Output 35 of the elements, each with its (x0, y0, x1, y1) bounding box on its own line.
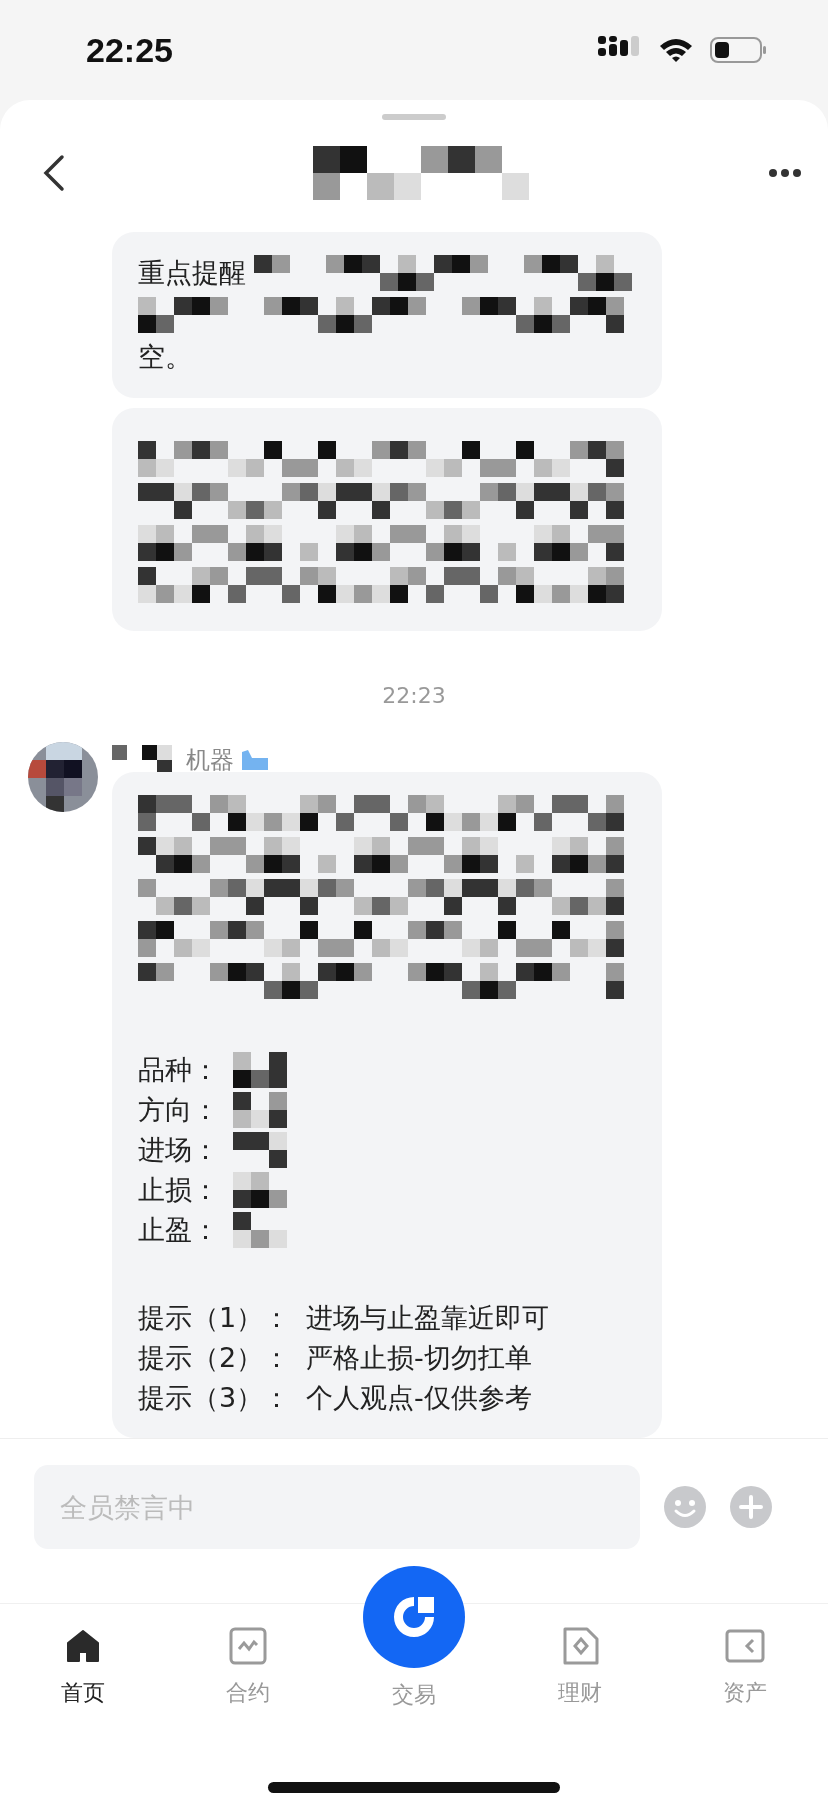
tab-item[interactable]: 资产 (662, 1603, 828, 1769)
tip-text: 个人观点-仅供参考 (306, 1380, 532, 1415)
tip-label: 提示（2）： (138, 1340, 292, 1375)
field-label: 方向： (138, 1092, 219, 1127)
message-text: 重点提醒 (138, 255, 246, 290)
message-input[interactable]: 全员禁言中 (34, 1465, 640, 1550)
tip-text: 严格止损-切勿扛单 (306, 1340, 532, 1375)
trade-icon[interactable] (363, 1565, 465, 1668)
status-time: 22:25 (86, 29, 173, 71)
message-text: 空。 (138, 339, 192, 374)
sender-name: 机器 (186, 745, 234, 777)
message-time: 22:23 (381, 682, 447, 711)
tab-item[interactable]: 交易 (331, 1565, 497, 1769)
chart-icon[interactable] (229, 1625, 268, 1666)
mosaic-drawing (233, 1212, 287, 1249)
battery-icon (710, 36, 768, 64)
field-label: 止盈： (138, 1212, 219, 1247)
drag-handle[interactable] (382, 114, 446, 120)
tip-label: 提示（1）： (138, 1300, 292, 1335)
tip-text: 进场与止盈靠近即可 (306, 1300, 549, 1335)
emoji-icon[interactable] (664, 1486, 706, 1529)
field-label: 品种： (138, 1052, 219, 1087)
tab-item[interactable]: 首页 (0, 1603, 166, 1769)
field-label: 进场： (138, 1132, 219, 1167)
mosaic-drawing (233, 1132, 287, 1169)
field-label: 止损： (138, 1172, 219, 1207)
plus-icon[interactable] (730, 1486, 772, 1529)
mosaic-drawing (233, 1172, 287, 1209)
wifi-icon (658, 36, 694, 64)
more-icon[interactable] (768, 168, 802, 179)
tab-item[interactable]: 合约 (165, 1603, 332, 1769)
tip-label: 提示（3）： (138, 1380, 292, 1415)
mosaic-drawing (233, 1092, 287, 1129)
mosaic-drawing (233, 1052, 287, 1089)
tab-item[interactable]: 理财 (496, 1603, 663, 1769)
